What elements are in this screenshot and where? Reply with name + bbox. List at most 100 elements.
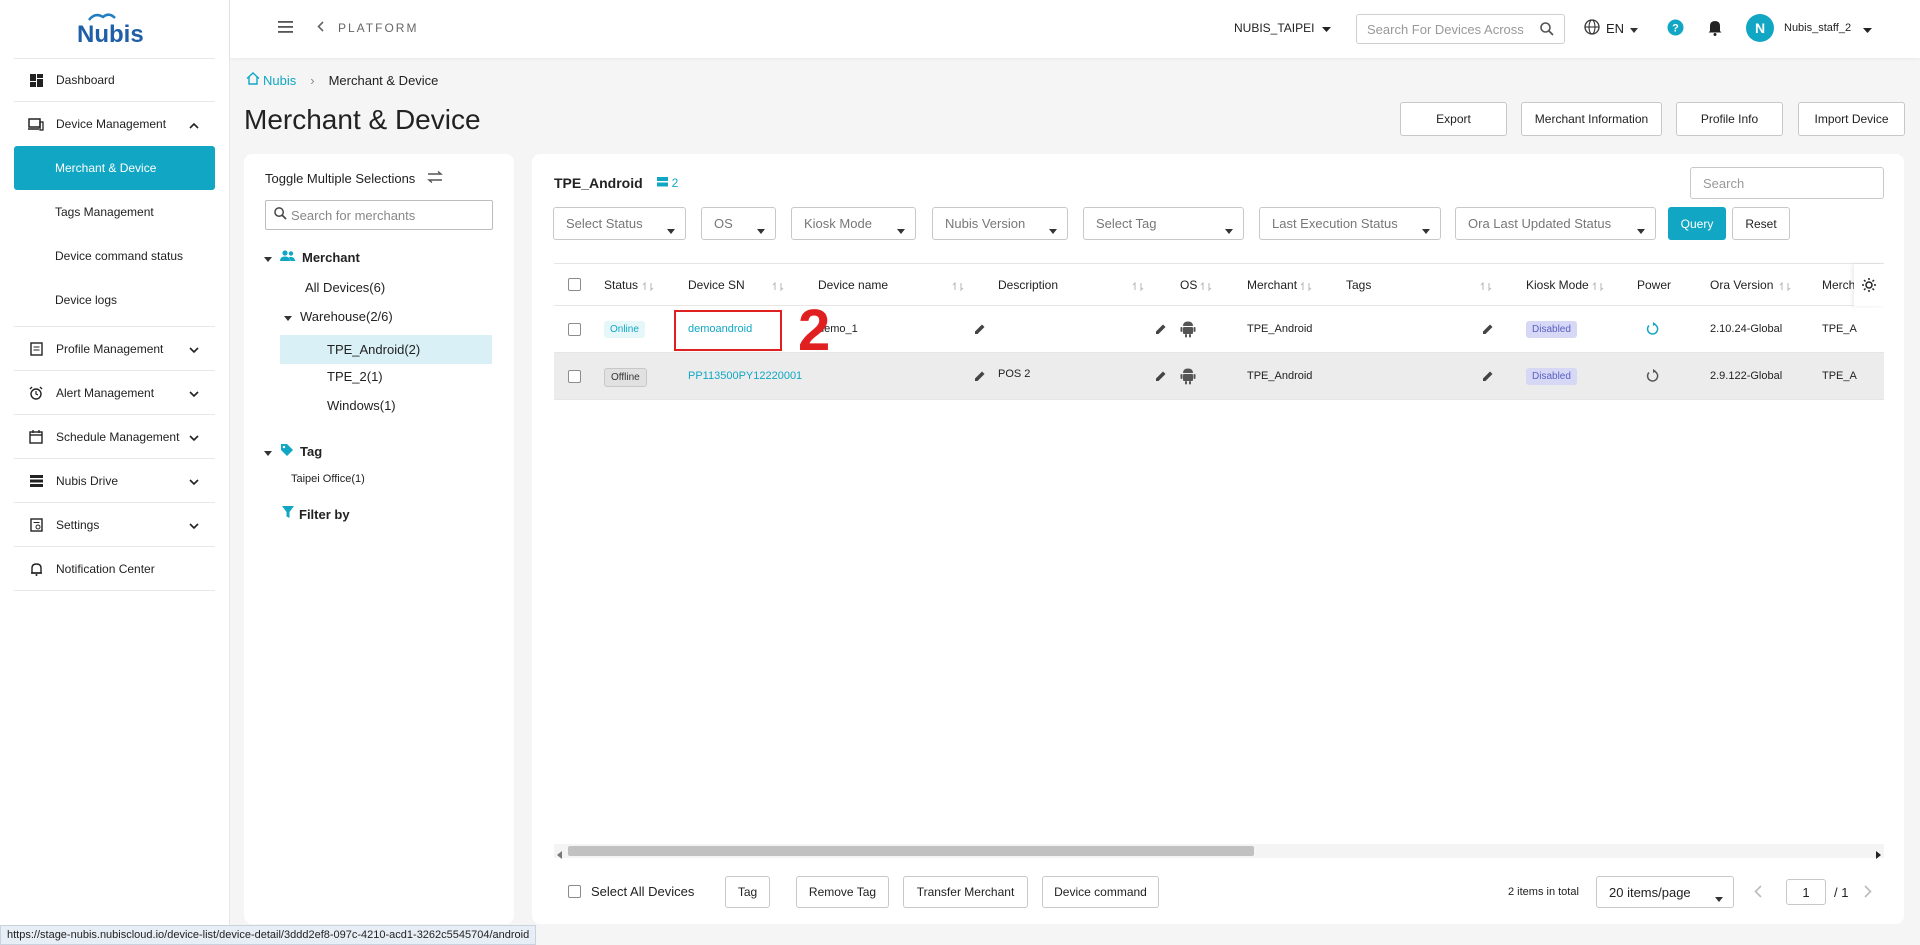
scrollbar-thumb[interactable] — [568, 846, 1254, 856]
notifications-bell-icon[interactable] — [1708, 19, 1722, 39]
os-filter[interactable]: OS — [701, 207, 776, 240]
merchant-search[interactable] — [265, 200, 493, 230]
power-restart-icon[interactable] — [1646, 322, 1660, 336]
column-device-sn[interactable]: Device SN — [688, 278, 745, 292]
sidebar-item-schedule-management[interactable]: Schedule Management — [14, 415, 215, 459]
edit-tags-pencil-icon[interactable] — [1482, 370, 1494, 382]
nubis-version-filter[interactable]: Nubis Version — [932, 207, 1068, 240]
tree-item-tpe-2[interactable]: TPE_2(1) — [327, 369, 383, 384]
tree-item-taipei-office[interactable]: Taipei Office(1) — [291, 473, 365, 485]
sidebar-item-notification-center[interactable]: Notification Center — [14, 547, 215, 591]
sort-arrows-icon[interactable] — [1200, 279, 1212, 294]
table-row[interactable]: Offline PP113500PY12220001 POS 2 TPE_And… — [554, 353, 1884, 400]
edit-tags-pencil-icon[interactable] — [1482, 323, 1494, 335]
import-device-button[interactable]: Import Device — [1798, 102, 1905, 136]
sidebar-item-nubis-drive[interactable]: Nubis Drive — [14, 459, 215, 503]
caret-down-icon[interactable] — [264, 250, 272, 265]
page-size-select[interactable]: 20 items/page — [1596, 876, 1734, 908]
language-select[interactable]: EN — [1584, 19, 1639, 38]
row-checkbox[interactable] — [568, 323, 581, 336]
column-description[interactable]: Description — [998, 278, 1058, 292]
select-all-devices-checkbox[interactable] — [568, 885, 581, 898]
device-search-input[interactable] — [1703, 175, 1873, 191]
scroll-right-arrow-icon[interactable] — [1875, 847, 1881, 862]
tag-button[interactable]: Tag — [725, 876, 770, 908]
next-page-icon[interactable] — [1864, 885, 1872, 901]
device-command-button[interactable]: Device command — [1042, 876, 1159, 908]
sort-arrows-icon[interactable] — [1300, 279, 1312, 294]
tree-item-all-devices[interactable]: All Devices(6) — [305, 280, 385, 295]
device-search[interactable] — [1690, 167, 1884, 199]
ora-last-updated-filter[interactable]: Ora Last Updated Status — [1455, 207, 1656, 240]
sidebar-item-alert-management[interactable]: Alert Management — [14, 371, 215, 415]
edit-name-pencil-icon[interactable] — [974, 370, 986, 382]
query-button[interactable]: Query — [1668, 207, 1726, 240]
column-os[interactable]: OS — [1180, 278, 1197, 292]
nubis-logo[interactable]: Nubis — [0, 0, 229, 58]
remove-tag-button[interactable]: Remove Tag — [796, 876, 889, 908]
table-horizontal-scrollbar[interactable] — [554, 844, 1884, 859]
device-sn-link[interactable]: PP113500PY12220001 — [688, 370, 802, 382]
help-icon[interactable]: ? — [1667, 19, 1684, 39]
row-checkbox[interactable] — [568, 370, 581, 383]
breadcrumb-home[interactable]: Nubis — [246, 72, 296, 88]
select-all-devices[interactable]: Select All Devices — [568, 884, 694, 899]
column-status[interactable]: Status — [604, 278, 638, 292]
merchant-information-button[interactable]: Merchant Information — [1521, 102, 1662, 136]
select-all-rows-checkbox[interactable] — [568, 278, 581, 291]
organization-select[interactable]: NUBIS_TAIPEI — [1234, 21, 1332, 35]
user-menu[interactable]: N Nubis_staff_2 — [1746, 14, 1873, 42]
search-icon[interactable] — [1540, 22, 1554, 39]
reset-button[interactable]: Reset — [1732, 207, 1790, 240]
global-device-search[interactable] — [1356, 14, 1565, 44]
sort-arrows-icon[interactable] — [642, 279, 654, 294]
column-ora-version[interactable]: Ora Version — [1710, 278, 1773, 292]
tree-merchant-header[interactable]: Merchant — [264, 250, 360, 265]
edit-description-pencil-icon[interactable] — [1155, 370, 1167, 382]
kiosk-mode-filter[interactable]: Kiosk Mode — [791, 207, 916, 240]
sidebar-sub-merchant-device[interactable]: Merchant & Device — [14, 146, 215, 190]
caret-down-icon[interactable] — [284, 309, 292, 324]
export-button[interactable]: Export — [1400, 102, 1507, 136]
edit-name-pencil-icon[interactable] — [974, 323, 986, 335]
status-filter[interactable]: Select Status — [553, 207, 686, 240]
sidebar-item-settings[interactable]: Settings — [14, 503, 215, 547]
swap-arrows-icon[interactable] — [427, 170, 444, 186]
tree-tag-header[interactable]: Tag — [264, 443, 322, 460]
power-restart-icon[interactable] — [1646, 369, 1660, 383]
sort-arrows-icon[interactable] — [1132, 279, 1144, 294]
sort-arrows-icon[interactable] — [1480, 279, 1492, 294]
sort-arrows-icon[interactable] — [772, 279, 784, 294]
merchant-search-input[interactable] — [291, 207, 481, 223]
sort-arrows-icon[interactable] — [1779, 279, 1791, 294]
column-device-name[interactable]: Device name — [818, 278, 888, 292]
filter-by[interactable]: Filter by — [282, 506, 350, 522]
platform-back-link[interactable]: PLATFORM — [317, 21, 418, 35]
tree-item-tpe-android[interactable]: TPE_Android(2) — [280, 335, 492, 364]
transfer-merchant-button[interactable]: Transfer Merchant — [903, 876, 1028, 908]
column-tags[interactable]: Tags — [1346, 278, 1371, 292]
profile-info-button[interactable]: Profile Info — [1676, 102, 1783, 136]
column-settings-gear-icon[interactable] — [1861, 277, 1877, 296]
edit-description-pencil-icon[interactable] — [1155, 323, 1167, 335]
scroll-left-arrow-icon[interactable] — [557, 847, 563, 862]
column-kiosk-mode[interactable]: Kiosk Mode — [1526, 278, 1589, 292]
sort-arrows-icon[interactable] — [1592, 279, 1604, 294]
tree-item-warehouse[interactable]: Warehouse(2/6) — [284, 309, 393, 324]
sidebar-sub-tags-management[interactable]: Tags Management — [14, 190, 215, 234]
column-merchant[interactable]: Merchant — [1247, 278, 1297, 292]
toggle-multiple-selections[interactable]: Toggle Multiple Selections — [265, 170, 444, 186]
sidebar-sub-device-logs[interactable]: Device logs — [14, 278, 215, 322]
prev-page-icon[interactable] — [1754, 885, 1762, 901]
sidebar-item-device-management[interactable]: Device Management — [14, 102, 215, 146]
sort-arrows-icon[interactable] — [952, 279, 964, 294]
tree-item-windows[interactable]: Windows(1) — [327, 398, 396, 413]
last-execution-status-filter[interactable]: Last Execution Status — [1259, 207, 1441, 240]
sidebar-item-profile-management[interactable]: Profile Management — [14, 327, 215, 371]
global-search-input[interactable] — [1367, 21, 1527, 37]
page-number-input[interactable]: 1 — [1786, 879, 1826, 905]
hamburger-menu-icon[interactable] — [278, 21, 293, 36]
tag-filter[interactable]: Select Tag — [1083, 207, 1244, 240]
sidebar-sub-device-command-status[interactable]: Device command status — [14, 234, 215, 278]
sidebar-item-dashboard[interactable]: Dashboard — [14, 58, 215, 102]
